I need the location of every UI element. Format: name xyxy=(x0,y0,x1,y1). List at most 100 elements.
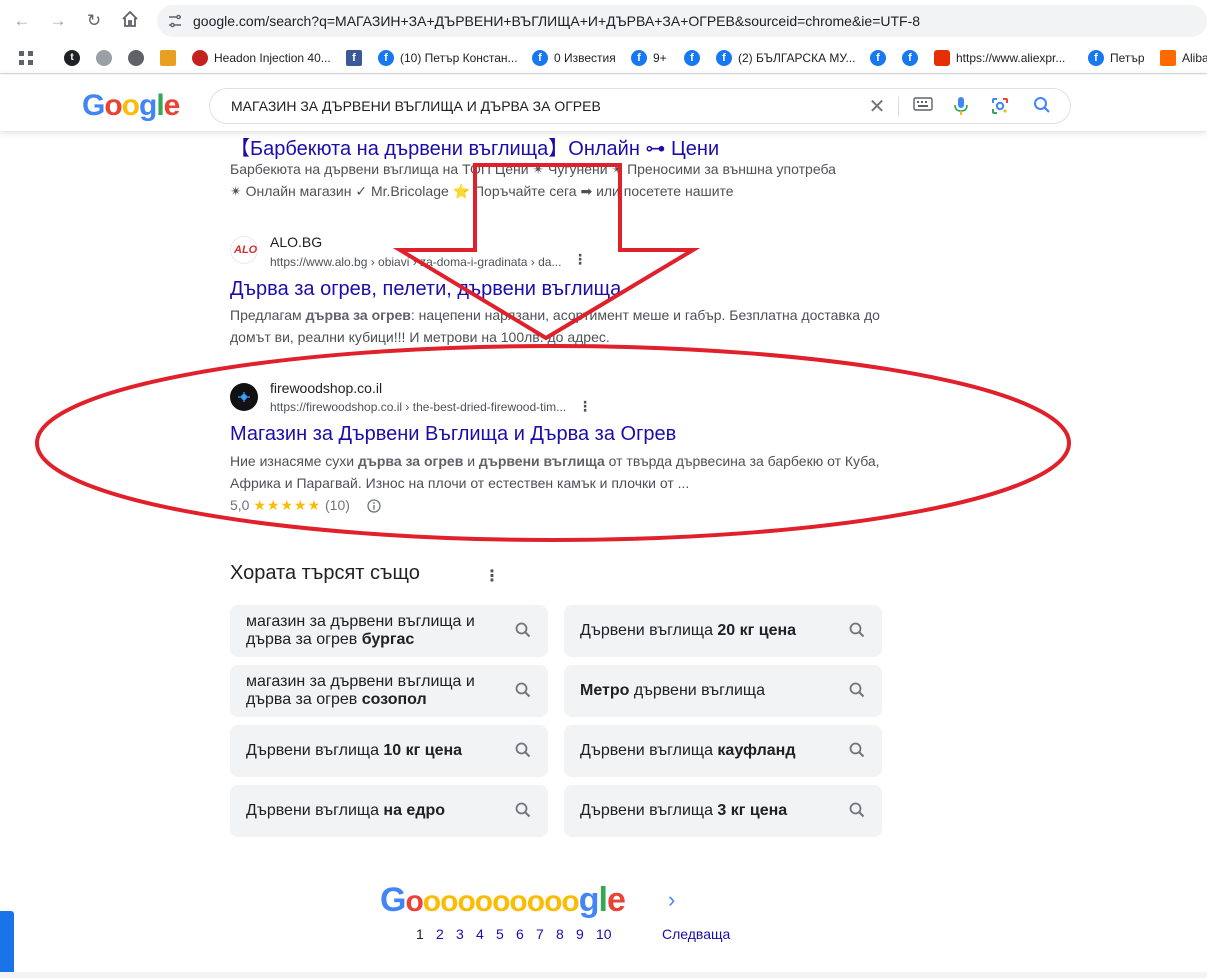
bookmark-palm[interactable] xyxy=(160,49,182,67)
snippet-line: Предлагам дърва за огрев: нацепени наряз… xyxy=(230,304,890,326)
info-icon[interactable] xyxy=(367,499,381,513)
snippet-bold: дърва за огрев xyxy=(357,453,464,469)
bookmark-petar[interactable]: f Петър xyxy=(1088,49,1145,67)
facebook-icon: f xyxy=(532,50,548,66)
bookmark-label: https://www.aliexpr... xyxy=(956,51,1066,65)
next-page-link[interactable]: Следваща xyxy=(662,926,730,942)
bookmark-tumblr[interactable]: t xyxy=(64,49,86,67)
search-icon xyxy=(849,622,865,638)
result-title[interactable]: Магазин за Дървени Въглища и Дърва за Ог… xyxy=(230,423,676,446)
page-number-link[interactable]: 9 xyxy=(576,926,596,942)
pagination-logo-letter: o xyxy=(457,885,475,918)
result-title[interactable]: Дърва за огрев, пелети, дървени въглища xyxy=(230,278,621,301)
bookmark-facebook-4[interactable]: f xyxy=(902,49,924,67)
bookmark-facebook-3[interactable]: f xyxy=(870,49,892,67)
pagination-logo-letter: o xyxy=(509,885,527,918)
related-search-chip[interactable]: Дървени въглища 3 кг цена xyxy=(564,785,882,837)
bookmark-label: Петър xyxy=(1110,51,1145,65)
result-title[interactable]: 【Барбекюта на дървени въглища】Онлайн ⊶ Ц… xyxy=(230,132,719,161)
search-box[interactable]: МАГАЗИН ЗА ДЪРВЕНИ ВЪГЛИЩА И ДЪРВА ЗА ОГ… xyxy=(209,88,1071,124)
related-search-chip[interactable]: магазин за дървени въглища и дърва за ог… xyxy=(230,605,548,657)
related-search-chip[interactable]: Дървени въглища на едро xyxy=(230,785,548,837)
bookmark-izvestia[interactable]: f 0 Известия xyxy=(532,49,616,67)
bookmark-petar-konstan[interactable]: f (10) Петър Констан... xyxy=(378,49,518,67)
more-options-icon[interactable]: ⋮ xyxy=(578,398,592,415)
facebook-icon: f xyxy=(378,50,394,66)
pagination-logo-letter: o xyxy=(440,885,458,918)
related-search-chip[interactable]: магазин за дървени въглища и дърва за ог… xyxy=(230,665,548,717)
aliexpress-icon xyxy=(934,50,950,66)
page-number-link[interactable]: 8 xyxy=(556,926,576,942)
bookmark-facebook-2[interactable]: f xyxy=(684,49,706,67)
site-name[interactable]: firewoodshop.co.il xyxy=(270,380,382,396)
search-icon xyxy=(849,802,865,818)
page-number-link[interactable]: 7 xyxy=(536,926,556,942)
favicon-text: ALO xyxy=(234,244,258,256)
pagination-logo-letter: o xyxy=(492,885,510,918)
bookmark-gear[interactable] xyxy=(96,49,118,67)
page-number-link[interactable]: 10 xyxy=(596,926,616,942)
chip-text-normal: Дървени въглища xyxy=(580,742,718,759)
snippet-bold: дърва за огрев xyxy=(305,307,411,323)
page-number-link[interactable]: 3 xyxy=(456,926,476,942)
page-number-link[interactable]: 1 xyxy=(416,926,436,942)
bookmark-nine-plus[interactable]: f 9+ xyxy=(631,49,667,67)
chip-text-bold: на едро xyxy=(383,802,446,819)
facebook-icon: f xyxy=(716,50,732,66)
search-icon xyxy=(849,742,865,758)
alibaba-icon xyxy=(1160,50,1176,66)
site-name[interactable]: ALO.BG xyxy=(270,234,322,250)
related-search-chip[interactable]: Метро дървени въглища xyxy=(564,665,882,717)
more-options-icon[interactable]: ⋮ xyxy=(573,251,587,268)
url-text: google.com/search?q=МАГАЗИН+ЗА+ДЪРВЕНИ+В… xyxy=(193,13,921,29)
rating: 5,0 ★★★★★ (10) xyxy=(230,497,350,514)
pagination-logo-letter: o xyxy=(405,885,423,918)
keyboard-icon[interactable] xyxy=(912,96,934,118)
clear-icon[interactable]: ✕ xyxy=(866,96,888,118)
bookmark-globe[interactable] xyxy=(128,49,150,67)
pagination-logo-letter: o xyxy=(474,885,493,918)
site-info-icon[interactable] xyxy=(167,13,183,29)
reload-icon[interactable]: ↻ xyxy=(83,10,105,32)
snippet-line: домът ви, реални кубици!!! И метрови на … xyxy=(230,329,610,345)
chip-text-bold: 10 кг цена xyxy=(383,742,463,759)
snippet-line: Африка и Парагвай. Износ на плочи от ест… xyxy=(230,475,690,491)
page-number-link[interactable]: 6 xyxy=(516,926,536,942)
search-icon[interactable] xyxy=(1031,96,1053,118)
page-number-link[interactable]: 5 xyxy=(496,926,516,942)
bookmark-aliexpress[interactable]: https://www.aliexpr... xyxy=(934,49,1065,67)
related-search-chip[interactable]: Дървени въглища 20 кг цена xyxy=(564,605,882,657)
related-search-chip[interactable]: Дървени въглища кауфланд xyxy=(564,725,882,777)
apps-icon[interactable] xyxy=(18,49,34,67)
related-search-chip[interactable]: Дървени въглища 10 кг цена xyxy=(230,725,548,777)
microphone-icon[interactable] xyxy=(950,96,972,118)
facebook-icon: f xyxy=(870,50,886,66)
more-options-icon[interactable]: ⋮ xyxy=(484,566,500,586)
facebook-icon: f xyxy=(1088,50,1104,66)
divider xyxy=(898,97,899,117)
google-logo[interactable]: Google xyxy=(82,89,180,123)
feedback-tab[interactable] xyxy=(0,911,14,978)
bookmark-facebook-square[interactable]: f xyxy=(346,49,368,67)
bookmark-headon[interactable]: Headon Injection 40... xyxy=(192,49,331,67)
forward-icon[interactable]: → xyxy=(47,10,69,32)
chevron-right-icon[interactable]: › xyxy=(668,887,675,913)
pagination-logo: Goooooooooogle xyxy=(380,881,626,920)
page-number-link[interactable]: 4 xyxy=(476,926,496,942)
bookmark-alibaba[interactable]: Aliba xyxy=(1160,49,1207,67)
home-icon[interactable] xyxy=(119,10,141,32)
search-input[interactable]: МАГАЗИН ЗА ДЪРВЕНИ ВЪГЛИЩА И ДЪРВА ЗА ОГ… xyxy=(231,98,601,114)
headon-icon xyxy=(192,50,208,66)
site-url[interactable]: https://www.alo.bg › obiavi › za-doma-i-… xyxy=(270,255,561,269)
snippet-line: Барбекюта на дървени въглища на ТОП Цени… xyxy=(230,161,836,177)
lens-icon[interactable] xyxy=(989,96,1011,118)
address-bar[interactable]: google.com/search?q=МАГАЗИН+ЗА+ДЪРВЕНИ+В… xyxy=(157,5,1207,37)
bookmark-balgarska-mu[interactable]: f (2) БЪЛГАРСКА МУ... xyxy=(716,49,855,67)
page-number-link[interactable]: 2 xyxy=(436,926,456,942)
chip-text: магазин за дървени въглища и дърва за ог… xyxy=(246,673,496,709)
palm-icon xyxy=(160,50,176,66)
footer-band xyxy=(0,972,1207,978)
chip-text: Дървени въглища 10 кг цена xyxy=(246,742,496,760)
back-icon[interactable]: ← xyxy=(11,10,33,32)
site-url[interactable]: https://firewoodshop.co.il › the-best-dr… xyxy=(270,400,566,414)
